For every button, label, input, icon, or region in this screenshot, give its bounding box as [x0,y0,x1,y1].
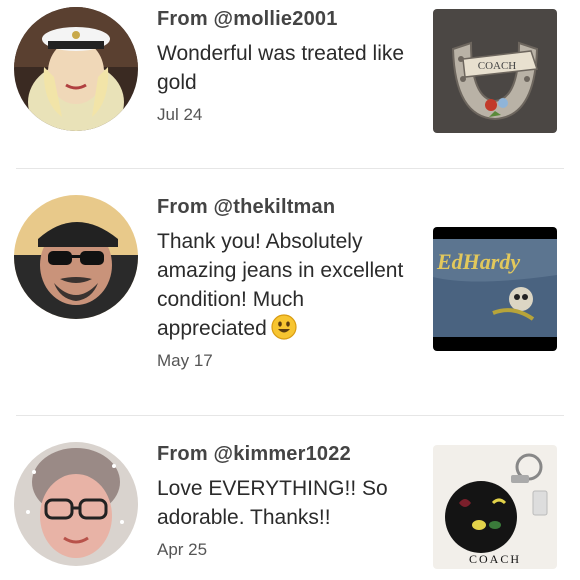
review-item: From @mollie2001 Wonderful was treated l… [0,0,580,168]
review-thumbnail[interactable]: COACH [433,9,557,133]
review-from[interactable]: From @thekiltman [157,196,419,219]
review-date: May 17 [157,351,213,370]
review-text: From @mollie2001 Wonderful was treated l… [157,8,419,125]
review-thumbnail[interactable]: EdHardy [433,227,557,351]
avatar-photo-icon [14,442,138,566]
review-from[interactable]: From @kimmer1022 [157,443,419,466]
review-item: From @thekiltman Thank you! Absolutely a… [0,169,580,415]
ed-hardy-jeans-image-icon: EdHardy [433,227,557,351]
coach-keychain-image-icon: COACH [433,445,557,569]
review-text: From @thekiltman Thank you! Absolutely a… [157,196,419,371]
review-thumbnail[interactable]: COACH [433,445,557,569]
review-message: Thank you! Absolutely amazing jeans in e… [157,227,419,343]
thumbnail-brand-text: COACH [469,552,521,566]
avatar[interactable] [14,7,138,131]
review-date: Apr 25 [157,540,208,559]
smiley-emoji-icon [271,314,297,340]
thumbnail-brand-text: EdHardy [436,249,520,274]
avatar[interactable] [14,442,138,566]
review-item: From @kimmer1022 Love EVERYTHING!! So ad… [0,416,580,580]
avatar[interactable] [14,195,138,319]
review-message: Love EVERYTHING!! So adorable. Thanks!! [157,477,388,529]
avatar-photo-icon [14,195,138,319]
review-text: From @kimmer1022 Love EVERYTHING!! So ad… [157,443,419,560]
review-date: Jul 24 [157,105,203,124]
review-from[interactable]: From @mollie2001 [157,8,419,31]
reviews-feed: From @mollie2001 Wonderful was treated l… [0,0,580,580]
review-message: Wonderful was treated like gold [157,42,405,94]
thumbnail-brand-text: COACH [478,60,517,72]
coach-horseshoe-patch-image-icon: COACH [433,9,557,133]
avatar-photo-icon [14,7,138,131]
